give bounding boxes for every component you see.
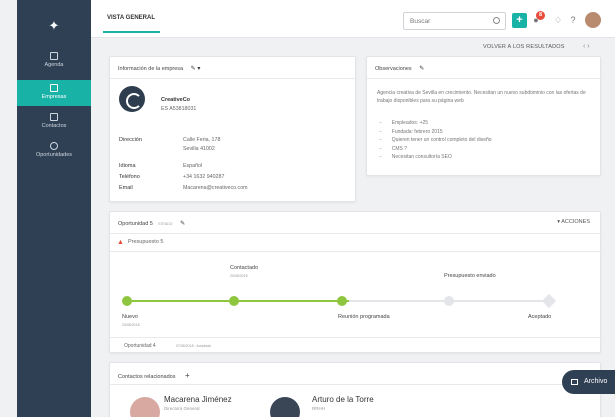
quote-link[interactable]: Presupuesto 5 bbox=[128, 239, 163, 245]
company-logo-icon bbox=[119, 86, 145, 112]
address-line1: Calle Feria, 178 bbox=[183, 137, 221, 143]
edit-pencil-icon[interactable]: ✎ ▾ bbox=[191, 65, 201, 72]
observations-header: Observaciones ✎ bbox=[375, 65, 425, 72]
edit-pencil-icon[interactable]: ✎ bbox=[419, 65, 424, 72]
list-item: Necesitan consultoría SEO bbox=[379, 153, 492, 162]
back-to-results-link[interactable]: VOLVER A LOS RESULTADOS bbox=[483, 44, 565, 50]
actions-dropdown[interactable]: ▾ ACCIONES bbox=[557, 219, 590, 225]
observations-list: Empleados: +25 Fundada: febrero 2015 Qui… bbox=[379, 119, 492, 162]
company-tax-id: ES A53818031 bbox=[161, 106, 197, 112]
list-item: Empleados: +25 bbox=[379, 119, 492, 128]
contact-role: Directora General bbox=[164, 406, 200, 411]
search-input[interactable]: Buscar bbox=[403, 12, 506, 30]
archive-button[interactable]: Archivo bbox=[562, 370, 615, 394]
stage-dot-quote-sent[interactable] bbox=[444, 296, 454, 306]
sidebar: ✦ Agenda Empresas Contactos Oportunidade… bbox=[17, 0, 91, 417]
bell-icon[interactable]: ♢ bbox=[553, 15, 563, 25]
stage-dot-new[interactable] bbox=[122, 296, 132, 306]
contact-card-icon bbox=[50, 113, 58, 121]
notifications-badge: 8 bbox=[536, 11, 545, 20]
pdf-file-icon: ▲ bbox=[117, 239, 124, 246]
search-icon bbox=[493, 17, 500, 24]
company-info-header: Información de la empresa ✎ ▾ bbox=[118, 65, 201, 72]
stage-dot-meeting[interactable] bbox=[337, 296, 347, 306]
language-label: Idioma bbox=[119, 163, 136, 169]
divider bbox=[110, 251, 602, 252]
stage-contacted: Contactado bbox=[230, 265, 259, 271]
edit-pencil-icon[interactable]: ✎ bbox=[180, 220, 185, 227]
sidebar-item-empresas[interactable]: Empresas bbox=[17, 80, 91, 106]
contact-avatar[interactable] bbox=[130, 397, 160, 417]
stage-quote-sent: Presupuesto enviado bbox=[444, 273, 496, 279]
top-bar: VISTA GENERAL Buscar + ● 8 ♢ ? bbox=[91, 0, 615, 38]
divider bbox=[110, 337, 602, 338]
add-button[interactable]: + bbox=[512, 13, 527, 28]
phone-label: Teléfono bbox=[119, 174, 140, 180]
opportunity-card: Oportunidad 5 ESTADO ✎ ▾ ACCIONES ▲ Pres… bbox=[109, 211, 602, 353]
pagination-arrows-icon[interactable]: ‹ › bbox=[583, 43, 590, 50]
add-contact-button[interactable]: + bbox=[185, 371, 190, 380]
archive-icon bbox=[571, 379, 578, 385]
list-item: CMS ? bbox=[379, 145, 492, 154]
email-label: Email bbox=[119, 185, 133, 191]
contact-name[interactable]: Arturo de la Torre bbox=[312, 395, 374, 404]
divider bbox=[110, 384, 602, 385]
sidebar-item-agenda[interactable]: Agenda bbox=[17, 52, 91, 76]
building-icon bbox=[50, 84, 58, 92]
stage-accepted: Aceptado bbox=[528, 314, 552, 320]
stage-dot-accepted[interactable] bbox=[541, 293, 557, 309]
opportunity-4-title[interactable]: Oportunidad 4 bbox=[124, 343, 156, 349]
divider bbox=[110, 233, 602, 234]
app-logo-icon[interactable]: ✦ bbox=[17, 18, 91, 34]
company-name: CreativeCo bbox=[161, 97, 191, 103]
divider bbox=[367, 78, 602, 79]
contact-avatar[interactable] bbox=[270, 397, 300, 417]
opportunity-4-meta: 07/08/2018 · Aceptado bbox=[176, 344, 212, 348]
calendar-icon bbox=[50, 52, 58, 60]
company-info-card: Información de la empresa ✎ ▾ CreativeCo… bbox=[109, 56, 357, 202]
observations-text: Agencia creativa de Sevilla en crecimien… bbox=[377, 90, 586, 104]
sidebar-item-oportunidades[interactable]: Oportunidades bbox=[17, 142, 91, 166]
list-item: Quieren tener un control completo del di… bbox=[379, 136, 492, 145]
sidebar-item-contactos[interactable]: Contactos bbox=[17, 113, 91, 137]
check-circle-icon bbox=[50, 142, 58, 150]
user-avatar[interactable] bbox=[585, 12, 601, 28]
stage-dot-contacted[interactable] bbox=[229, 296, 239, 306]
observations-card: Observaciones ✎ Agencia creativa de Sevi… bbox=[366, 56, 602, 176]
related-contacts-card: Contactos relacionados + Macarena Jiméne… bbox=[109, 362, 602, 417]
contact-role: RRHH bbox=[312, 406, 325, 411]
stage-meeting: Reunión programada bbox=[338, 314, 390, 320]
help-icon[interactable]: ? bbox=[568, 15, 578, 25]
email-value[interactable]: Macarena@creativeco.com bbox=[183, 185, 248, 191]
address-label: Dirección bbox=[119, 137, 142, 143]
divider bbox=[110, 78, 357, 79]
contact-name[interactable]: Macarena Jiménez bbox=[164, 395, 232, 404]
list-item: Fundada: febrero 2015 bbox=[379, 128, 492, 137]
tab-active-indicator bbox=[103, 31, 160, 33]
address-line2: Sevilla 41002 bbox=[183, 146, 215, 152]
contacts-header: Contactos relacionados + bbox=[118, 371, 190, 380]
language-value: Español bbox=[183, 163, 203, 169]
tab-vista-general[interactable]: VISTA GENERAL bbox=[107, 15, 155, 21]
phone-value[interactable]: +34 1632 940287 bbox=[183, 174, 224, 180]
opportunity-header: Oportunidad 5 ESTADO ✎ bbox=[118, 220, 186, 227]
stage-new: Nuevo bbox=[122, 314, 138, 320]
